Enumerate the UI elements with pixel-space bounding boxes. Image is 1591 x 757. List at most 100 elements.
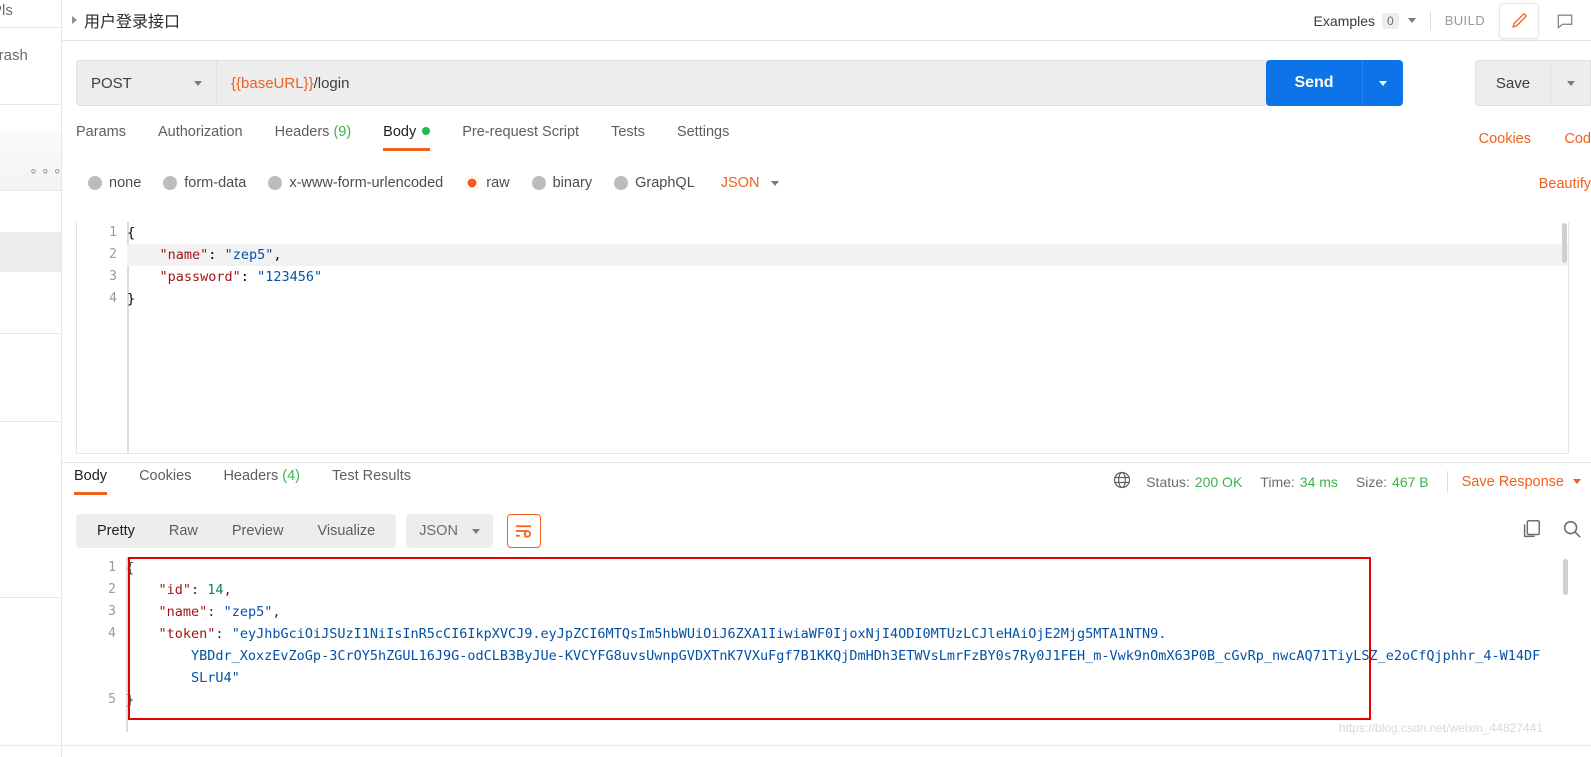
response-view-pretty[interactable]: Pretty <box>80 523 152 539</box>
scrollbar-thumb[interactable] <box>1562 223 1567 263</box>
copy-icon[interactable] <box>1520 518 1542 545</box>
save-response-button[interactable]: Save Response <box>1462 474 1564 490</box>
code-line[interactable]: SLrU4" <box>126 667 1569 689</box>
save-button[interactable]: Save <box>1475 60 1550 106</box>
code-line[interactable]: { <box>126 557 1569 579</box>
tab-authorization[interactable]: Authorization <box>158 124 243 151</box>
response-view-visualize[interactable]: Visualize <box>300 523 392 539</box>
tab-label: Body <box>383 124 417 140</box>
line-number: 5 <box>108 692 116 707</box>
response-format-select[interactable]: JSON <box>406 514 493 548</box>
tab-headers[interactable]: Headers (9) <box>275 124 352 151</box>
response-tabs: Body Cookies Headers (4) Test Results <box>74 468 443 500</box>
body-type-options: none form-data x-www-form-urlencoded raw bin… <box>88 175 780 191</box>
code-line[interactable]: YBDdr_XoxzEvZoGp-3CrOY5hZGUL16J9G-odCLB3… <box>126 645 1569 667</box>
body-type-none[interactable]: none <box>88 175 141 191</box>
line-number: 3 <box>108 604 116 619</box>
response-meta: Status: 200 OK Time: 34 ms Size: 467 B S… <box>1112 470 1581 493</box>
body-type-label: binary <box>552 175 593 191</box>
tab-tests[interactable]: Tests <box>611 124 645 151</box>
sidebar-divider <box>0 333 62 334</box>
request-code-area[interactable]: { "name": "zep5", "password": "123456"} <box>127 222 1568 310</box>
sidebar-selected-item[interactable] <box>0 232 61 272</box>
cookies-link[interactable]: Cookies <box>1479 131 1531 147</box>
url-input[interactable]: {{baseURL}}/login <box>216 60 1400 106</box>
tab-label: Test Results <box>332 468 411 484</box>
response-tab-headers[interactable]: Headers (4) <box>223 468 300 495</box>
response-view-preview[interactable]: Preview <box>215 523 301 539</box>
send-options-button[interactable] <box>1362 60 1403 106</box>
request-title-group[interactable]: 用户登录接口 <box>72 8 180 32</box>
sidebar-divider <box>0 104 62 105</box>
response-view-raw[interactable]: Raw <box>152 523 215 539</box>
radio-icon <box>163 176 178 190</box>
globe-icon <box>1112 470 1132 493</box>
more-options-icon[interactable]: ⚬⚬⚬ <box>28 164 64 180</box>
sidebar-item-trash[interactable]: Trash <box>0 47 52 64</box>
status-value: 200 OK <box>1194 473 1243 490</box>
line-number: 2 <box>109 247 117 262</box>
tab-body[interactable]: Body <box>383 124 431 151</box>
body-type-binary[interactable]: binary <box>531 175 593 191</box>
response-tab-cookies[interactable]: Cookies <box>139 468 191 495</box>
scrollbar-thumb[interactable] <box>1563 559 1568 595</box>
word-wrap-icon[interactable] <box>506 514 541 548</box>
body-type-label: GraphQL <box>635 175 695 191</box>
tab-count-badge: (9) <box>329 124 352 140</box>
sidebar-divider <box>0 597 62 598</box>
line-number: 1 <box>109 225 117 240</box>
http-method-select[interactable]: POST <box>76 60 216 106</box>
pencil-icon[interactable] <box>1499 2 1539 39</box>
body-type-x-www-form-urlencoded[interactable]: x-www-form-urlencoded <box>268 175 443 191</box>
radio-icon <box>465 176 480 190</box>
tab-params[interactable]: Params <box>76 124 126 151</box>
body-format-select[interactable]: JSON <box>721 175 780 191</box>
examples-label: Examples <box>1313 12 1376 29</box>
tab-settings[interactable]: Settings <box>677 124 729 151</box>
response-body-viewer[interactable]: 1 2 3 4 5 { "id": 14, "name": "zep5", "token… <box>76 557 1569 732</box>
sidebar-card[interactable] <box>0 131 61 191</box>
chevron-down-icon <box>1379 80 1387 86</box>
code-line[interactable]: "id": 14, <box>126 579 1569 601</box>
code-token: "name" <box>158 604 208 620</box>
response-code-area[interactable]: { "id": 14, "name": "zep5", "token": "ey… <box>126 557 1569 711</box>
comment-icon[interactable] <box>1545 3 1585 39</box>
examples-count-badge: 0 <box>1382 12 1399 29</box>
divider <box>1429 11 1431 30</box>
tab-pre-request-script[interactable]: Pre-request Script <box>462 124 579 151</box>
code-line[interactable]: "name": "zep5", <box>127 244 1568 266</box>
search-icon[interactable] <box>1561 518 1583 545</box>
tab-label: Tests <box>611 124 645 140</box>
build-tab[interactable]: BUILD <box>1445 13 1485 28</box>
code-line[interactable]: } <box>127 288 1568 310</box>
beautify-button[interactable]: Beautify <box>1539 176 1591 192</box>
chevron-down-icon[interactable] <box>1573 479 1581 484</box>
code-line[interactable]: } <box>126 689 1569 711</box>
code-link[interactable]: Cod <box>1564 131 1591 147</box>
line-number: 4 <box>109 291 117 306</box>
chevron-down-icon[interactable] <box>1407 18 1416 23</box>
body-type-raw[interactable]: raw <box>465 175 510 191</box>
body-type-graphql[interactable]: GraphQL <box>614 175 695 191</box>
code-token: "id" <box>158 582 192 598</box>
code-line[interactable]: "name": "zep5", <box>126 601 1569 623</box>
chevron-down-icon[interactable] <box>194 80 202 86</box>
send-button[interactable]: Send <box>1266 60 1362 106</box>
chevron-down-icon <box>771 180 780 186</box>
request-body-editor[interactable]: 1 2 3 4 { "name": "zep5", "password": "1234… <box>76 222 1569 454</box>
tab-label: Headers <box>274 124 330 140</box>
save-options-button[interactable] <box>1550 60 1591 106</box>
code-line[interactable]: "token": "eyJhbGciOiJSUzI1NiIsInR5cCI6Ik… <box>126 623 1569 645</box>
body-type-label: form-data <box>184 175 247 191</box>
code-line[interactable]: "password": "123456" <box>127 266 1568 288</box>
code-line[interactable]: { <box>127 222 1568 244</box>
body-type-form-data[interactable]: form-data <box>163 175 246 191</box>
chevron-right-icon[interactable] <box>72 16 77 24</box>
url-variable: {{baseURL}} <box>231 74 314 92</box>
sidebar-item-apis[interactable]: Pls <box>0 2 54 19</box>
body-present-indicator <box>422 127 431 135</box>
response-tab-test-results[interactable]: Test Results <box>332 468 411 495</box>
response-tab-body[interactable]: Body <box>74 468 108 495</box>
line-number: 2 <box>108 582 116 597</box>
